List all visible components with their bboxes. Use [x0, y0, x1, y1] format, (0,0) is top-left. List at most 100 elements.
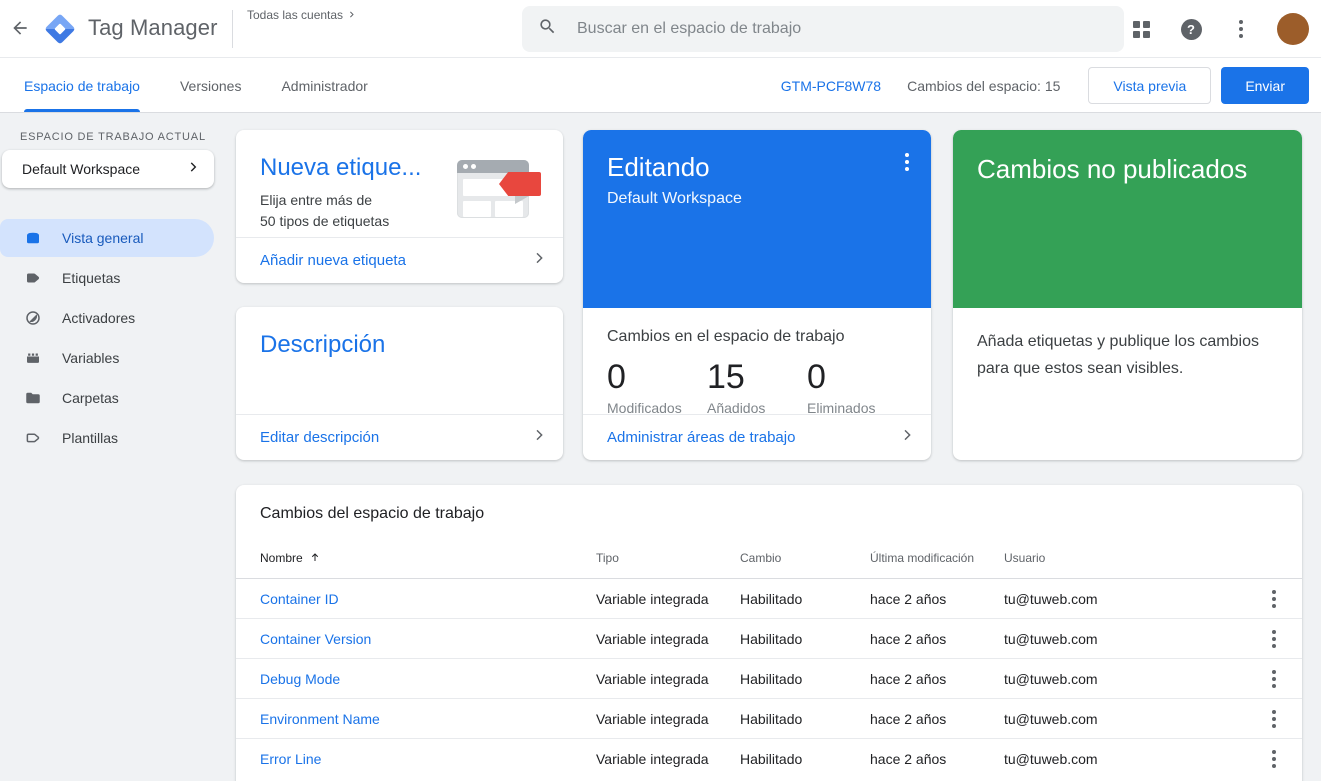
- table-row: Container Version Variable integrada Hab…: [236, 619, 1302, 659]
- new-tag-card: Nueva etique... Elija entre más de 50 ti…: [236, 130, 563, 283]
- back-arrow-icon: [10, 18, 30, 41]
- table-row: Environment Name Variable integrada Habi…: [236, 699, 1302, 739]
- tabbar-right: GTM-PCF8W78 Cambios del espacio: 15 Vist…: [781, 67, 1321, 104]
- chevron-right-icon: [347, 8, 356, 22]
- workspace-selector[interactable]: Default Workspace: [2, 150, 214, 188]
- workspace-name: Default Workspace: [22, 161, 141, 177]
- tag-illustration-icon: [457, 156, 541, 222]
- template-icon: [24, 429, 42, 447]
- overview-icon: [24, 229, 42, 247]
- manage-workspaces-action[interactable]: Administrar áreas de trabajo: [583, 414, 931, 460]
- row-menu-button[interactable]: [1260, 665, 1288, 693]
- column-header-usuario[interactable]: Usuario: [1004, 551, 1246, 565]
- row-type: Variable integrada: [596, 751, 709, 767]
- edit-description-label: Editar descripción: [260, 429, 380, 446]
- row-name-link[interactable]: Environment Name: [260, 711, 596, 727]
- tab-versiones[interactable]: Versiones: [160, 59, 261, 112]
- more-options-button[interactable]: [1227, 15, 1255, 43]
- tag-icon: [24, 269, 42, 287]
- top-bar: Tag Manager Todas las cuentas: [0, 0, 1321, 58]
- editing-card-menu-button[interactable]: [893, 148, 921, 176]
- submit-button[interactable]: Enviar: [1221, 67, 1309, 104]
- user-avatar[interactable]: [1277, 13, 1309, 45]
- help-button[interactable]: [1177, 15, 1205, 43]
- row-modified: hace 2 años: [870, 751, 947, 767]
- column-header-ultima-modificacion[interactable]: Última modificación: [870, 551, 1004, 565]
- column-header-nombre[interactable]: Nombre: [260, 551, 596, 566]
- editing-card-header: Editando Default Workspace: [583, 130, 931, 308]
- row-user: tu@tuweb.com: [1004, 670, 1098, 687]
- row-menu-button[interactable]: [1260, 625, 1288, 653]
- stats-title: Cambios en el espacio de trabajo: [607, 328, 845, 345]
- unpublished-body-text: Añada etiquetas y publique los cambios p…: [977, 333, 1259, 377]
- sidebar-item-vista-general[interactable]: Vista general: [0, 219, 214, 257]
- sidebar-item-etiquetas[interactable]: Etiquetas: [0, 259, 214, 297]
- manage-workspaces-label: Administrar áreas de trabajo: [607, 429, 796, 446]
- row-change: Habilitado: [740, 630, 803, 647]
- chevron-right-icon: [899, 427, 915, 448]
- row-name-link[interactable]: Container ID: [260, 591, 596, 607]
- kebab-menu-icon: [1272, 629, 1276, 648]
- edit-description-action[interactable]: Editar descripción: [236, 414, 563, 460]
- row-user: tu@tuweb.com: [1004, 710, 1098, 727]
- header-divider: [232, 10, 233, 48]
- row-menu-button[interactable]: [1260, 705, 1288, 733]
- add-new-tag-label: Añadir nueva etiqueta: [260, 252, 406, 269]
- table-row: Container ID Variable integrada Habilita…: [236, 579, 1302, 619]
- chevron-right-icon: [531, 427, 547, 448]
- stat-anadidos: 15 Añadidos: [707, 358, 766, 416]
- row-user: tu@tuweb.com: [1004, 751, 1098, 767]
- row-name-link[interactable]: Error Line: [260, 751, 596, 767]
- description-card: Descripción Editar descripción: [236, 307, 563, 460]
- sidebar-item-activadores[interactable]: Activadores: [0, 299, 214, 337]
- sidebar-item-variables[interactable]: Variables: [0, 339, 214, 377]
- back-button[interactable]: [0, 9, 40, 49]
- row-modified: hace 2 años: [870, 670, 947, 687]
- row-change: Habilitado: [740, 751, 803, 767]
- row-menu-button[interactable]: [1260, 745, 1288, 773]
- workspace-changes-table-card: Cambios del espacio de trabajo Nombre Ti…: [236, 485, 1302, 781]
- row-modified: hace 2 años: [870, 710, 947, 727]
- tag-manager-logo-icon: [44, 13, 76, 45]
- row-menu-button[interactable]: [1260, 585, 1288, 613]
- chevron-right-icon: [531, 250, 547, 271]
- preview-button[interactable]: Vista previa: [1088, 67, 1212, 104]
- kebab-menu-icon: [1239, 20, 1243, 38]
- column-header-cambio[interactable]: Cambio: [740, 551, 870, 565]
- row-type: Variable integrada: [596, 710, 709, 727]
- stat-eliminados: 0 Eliminados: [807, 358, 876, 416]
- row-modified: hace 2 años: [870, 590, 947, 607]
- app-title: Tag Manager: [88, 15, 218, 40]
- row-user: tu@tuweb.com: [1004, 590, 1098, 607]
- workspace-changes-count: Cambios del espacio: 15: [907, 77, 1061, 94]
- row-type: Variable integrada: [596, 630, 709, 647]
- search-input[interactable]: [577, 20, 1108, 38]
- kebab-menu-icon: [1272, 669, 1276, 688]
- row-type: Variable integrada: [596, 590, 709, 607]
- row-name-link[interactable]: Debug Mode: [260, 671, 596, 687]
- row-modified: hace 2 años: [870, 630, 947, 647]
- editing-card: Editando Default Workspace Cambios en el…: [583, 130, 931, 460]
- breadcrumb[interactable]: Todas las cuentas: [247, 8, 356, 22]
- container-id-link[interactable]: GTM-PCF8W78: [781, 78, 881, 94]
- sidebar-nav: Vista general Etiquetas Activadores Vari…: [0, 219, 214, 457]
- sort-ascending-icon: [309, 551, 321, 566]
- row-name-link[interactable]: Container Version: [260, 631, 596, 647]
- table-title: Cambios del espacio de trabajo: [260, 505, 485, 522]
- tab-bar: Espacio de trabajo Versiones Administrad…: [0, 59, 1321, 113]
- column-header-tipo[interactable]: Tipo: [596, 551, 740, 565]
- editing-title: Editando: [607, 152, 710, 182]
- gtm-page: Tag Manager Todas las cuentas Buscar en …: [0, 0, 1321, 781]
- sidebar-item-plantillas[interactable]: Plantillas: [0, 419, 214, 457]
- unpublished-card-body: Añada etiquetas y publique los cambios p…: [953, 308, 1302, 460]
- sidebar-item-carpetas[interactable]: Carpetas: [0, 379, 214, 417]
- tab-espacio-de-trabajo[interactable]: Espacio de trabajo: [24, 59, 160, 112]
- row-change: Habilitado: [740, 590, 803, 607]
- row-change: Habilitado: [740, 710, 803, 727]
- help-icon: [1180, 18, 1202, 40]
- tab-administrador[interactable]: Administrador: [261, 59, 387, 112]
- unpublished-changes-card: Cambios no publicados Añada etiquetas y …: [953, 130, 1302, 460]
- apps-grid-button[interactable]: [1127, 15, 1155, 43]
- add-new-tag-action[interactable]: Añadir nueva etiqueta: [236, 237, 563, 283]
- workspace-search[interactable]: [522, 6, 1124, 52]
